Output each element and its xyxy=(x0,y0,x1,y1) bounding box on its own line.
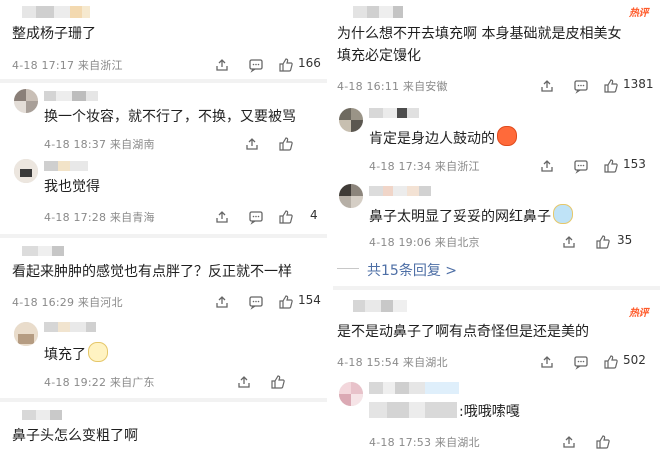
comment-actions: 166 xyxy=(214,56,324,73)
share-icon[interactable] xyxy=(561,234,577,250)
comment-actions: 4 xyxy=(214,208,324,225)
share-icon[interactable] xyxy=(539,158,555,174)
username-mosaic xyxy=(22,246,64,256)
comment-icon[interactable] xyxy=(573,78,589,94)
like-icon[interactable] xyxy=(278,209,294,225)
replies-line xyxy=(337,268,359,269)
comment-actions: 1381 xyxy=(539,77,657,94)
comment-actions: 153 xyxy=(539,157,657,174)
avatar xyxy=(339,108,363,132)
comment-text-line1: 为什么想不开去填充啊 本身基础就是皮相美女 xyxy=(337,26,622,42)
comment-actions: 154 xyxy=(214,293,324,310)
like-icon[interactable] xyxy=(270,374,286,390)
like-count: 1381 xyxy=(623,77,654,91)
username-mosaic xyxy=(22,410,62,420)
like-icon[interactable] xyxy=(278,136,294,152)
share-icon[interactable] xyxy=(236,374,252,390)
like-icon[interactable] xyxy=(595,234,611,250)
share-icon[interactable] xyxy=(539,78,555,94)
glasses-emoji-icon xyxy=(88,342,108,362)
comment-text: 鼻子太明显了妥妥的网红鼻子 xyxy=(369,204,573,227)
right-comment-column: 热评 为什么想不开去填充啊 本身基础就是皮相美女 填充必定馒化 4-18 16:… xyxy=(333,0,660,455)
like-icon[interactable] xyxy=(595,434,611,450)
hot-comment-badge: 热评 xyxy=(629,308,649,319)
share-icon[interactable] xyxy=(214,294,230,310)
comment-actions xyxy=(244,136,324,152)
like-count: 502 xyxy=(623,353,646,367)
comment-meta: 4-18 16:11 来自安徽 xyxy=(337,80,448,93)
divider xyxy=(333,286,660,290)
comment-meta: 4-18 17:53 来自湖北 xyxy=(369,436,480,449)
share-icon[interactable] xyxy=(214,209,230,225)
comment-meta: 4-18 18:37 来自湖南 xyxy=(44,138,155,151)
like-count: 166 xyxy=(298,56,321,70)
comment-text: :哦哦嗦嘎 xyxy=(459,404,520,420)
comment-meta: 4-18 17:34 来自浙江 xyxy=(369,160,480,173)
like-icon[interactable] xyxy=(603,354,619,370)
divider xyxy=(0,398,327,402)
comment-icon[interactable] xyxy=(248,294,264,310)
share-icon[interactable] xyxy=(214,57,230,73)
comment-text: 我也觉得 xyxy=(44,179,100,195)
comment-icon[interactable] xyxy=(573,158,589,174)
username-mosaic xyxy=(369,108,419,118)
username-mosaic xyxy=(369,186,431,196)
comment-meta: 4-18 17:17 来自浙江 xyxy=(12,59,123,72)
comment-actions xyxy=(236,374,324,390)
avatar xyxy=(339,382,363,406)
comment-icon[interactable] xyxy=(573,354,589,370)
like-icon[interactable] xyxy=(278,57,294,73)
comment-text: 换一个妆容，就不行了，不换，又要被骂 xyxy=(44,109,296,125)
comment-text: 看起来肿肿的感觉也有点胖了？反正就不一样 xyxy=(12,264,292,280)
username-mosaic xyxy=(369,382,459,394)
comment-actions xyxy=(561,434,657,450)
comment-text: 肯定是身边人鼓动的 xyxy=(369,126,517,149)
laughing-emoji-icon xyxy=(553,204,573,224)
avatar xyxy=(14,159,38,183)
username-mosaic xyxy=(44,161,88,171)
comment-text: 鼻子头怎么变粗了啊 xyxy=(12,428,138,444)
like-icon[interactable] xyxy=(278,294,294,310)
left-comment-column: 整成杨子珊了 4-18 17:17 来自浙江 166 换一个妆容，就不行了，不换… xyxy=(0,0,327,455)
comment-text: 填充了 xyxy=(44,342,108,365)
like-icon[interactable] xyxy=(603,158,619,174)
comment-meta: 4-18 17:28 来自青海 xyxy=(44,211,155,224)
comment-text: 整成杨子珊了 xyxy=(12,26,96,42)
like-count: 154 xyxy=(298,293,321,307)
share-icon[interactable] xyxy=(561,434,577,450)
avatar xyxy=(339,184,363,208)
comment-meta: 4-18 15:54 来自湖北 xyxy=(337,356,448,369)
comment-icon[interactable] xyxy=(248,57,264,73)
view-replies-link[interactable]: 共15条回复 > xyxy=(367,260,457,280)
divider xyxy=(0,234,327,238)
hot-comment-badge: 热评 xyxy=(629,8,649,19)
comment-text-line2: 填充必定馒化 xyxy=(337,48,421,64)
mention-mosaic xyxy=(369,402,457,418)
username-mosaic xyxy=(353,6,403,18)
comment-actions: 502 xyxy=(539,353,657,370)
username-mosaic xyxy=(44,91,98,101)
avatar xyxy=(14,89,38,113)
username-mosaic xyxy=(44,322,96,332)
comment-meta: 4-18 19:06 来自北京 xyxy=(369,236,480,249)
comment-actions: 35 xyxy=(561,233,657,250)
share-icon[interactable] xyxy=(539,354,555,370)
comment-text: 是不是动鼻子了啊有点奇怪但是还是美的 xyxy=(337,324,589,340)
angry-emoji-icon xyxy=(497,126,517,146)
share-icon[interactable] xyxy=(244,136,260,152)
like-count: 35 xyxy=(617,233,633,247)
like-icon[interactable] xyxy=(603,78,619,94)
username-mosaic xyxy=(22,6,90,18)
like-count: 153 xyxy=(623,157,646,171)
comment-meta: 4-18 19:22 来自广东 xyxy=(44,376,155,389)
comment-icon[interactable] xyxy=(248,209,264,225)
comment-meta: 4-18 16:29 来自河北 xyxy=(12,296,123,309)
avatar xyxy=(14,322,38,346)
like-count: 4 xyxy=(310,208,318,222)
username-mosaic xyxy=(353,300,407,312)
divider xyxy=(0,79,327,83)
